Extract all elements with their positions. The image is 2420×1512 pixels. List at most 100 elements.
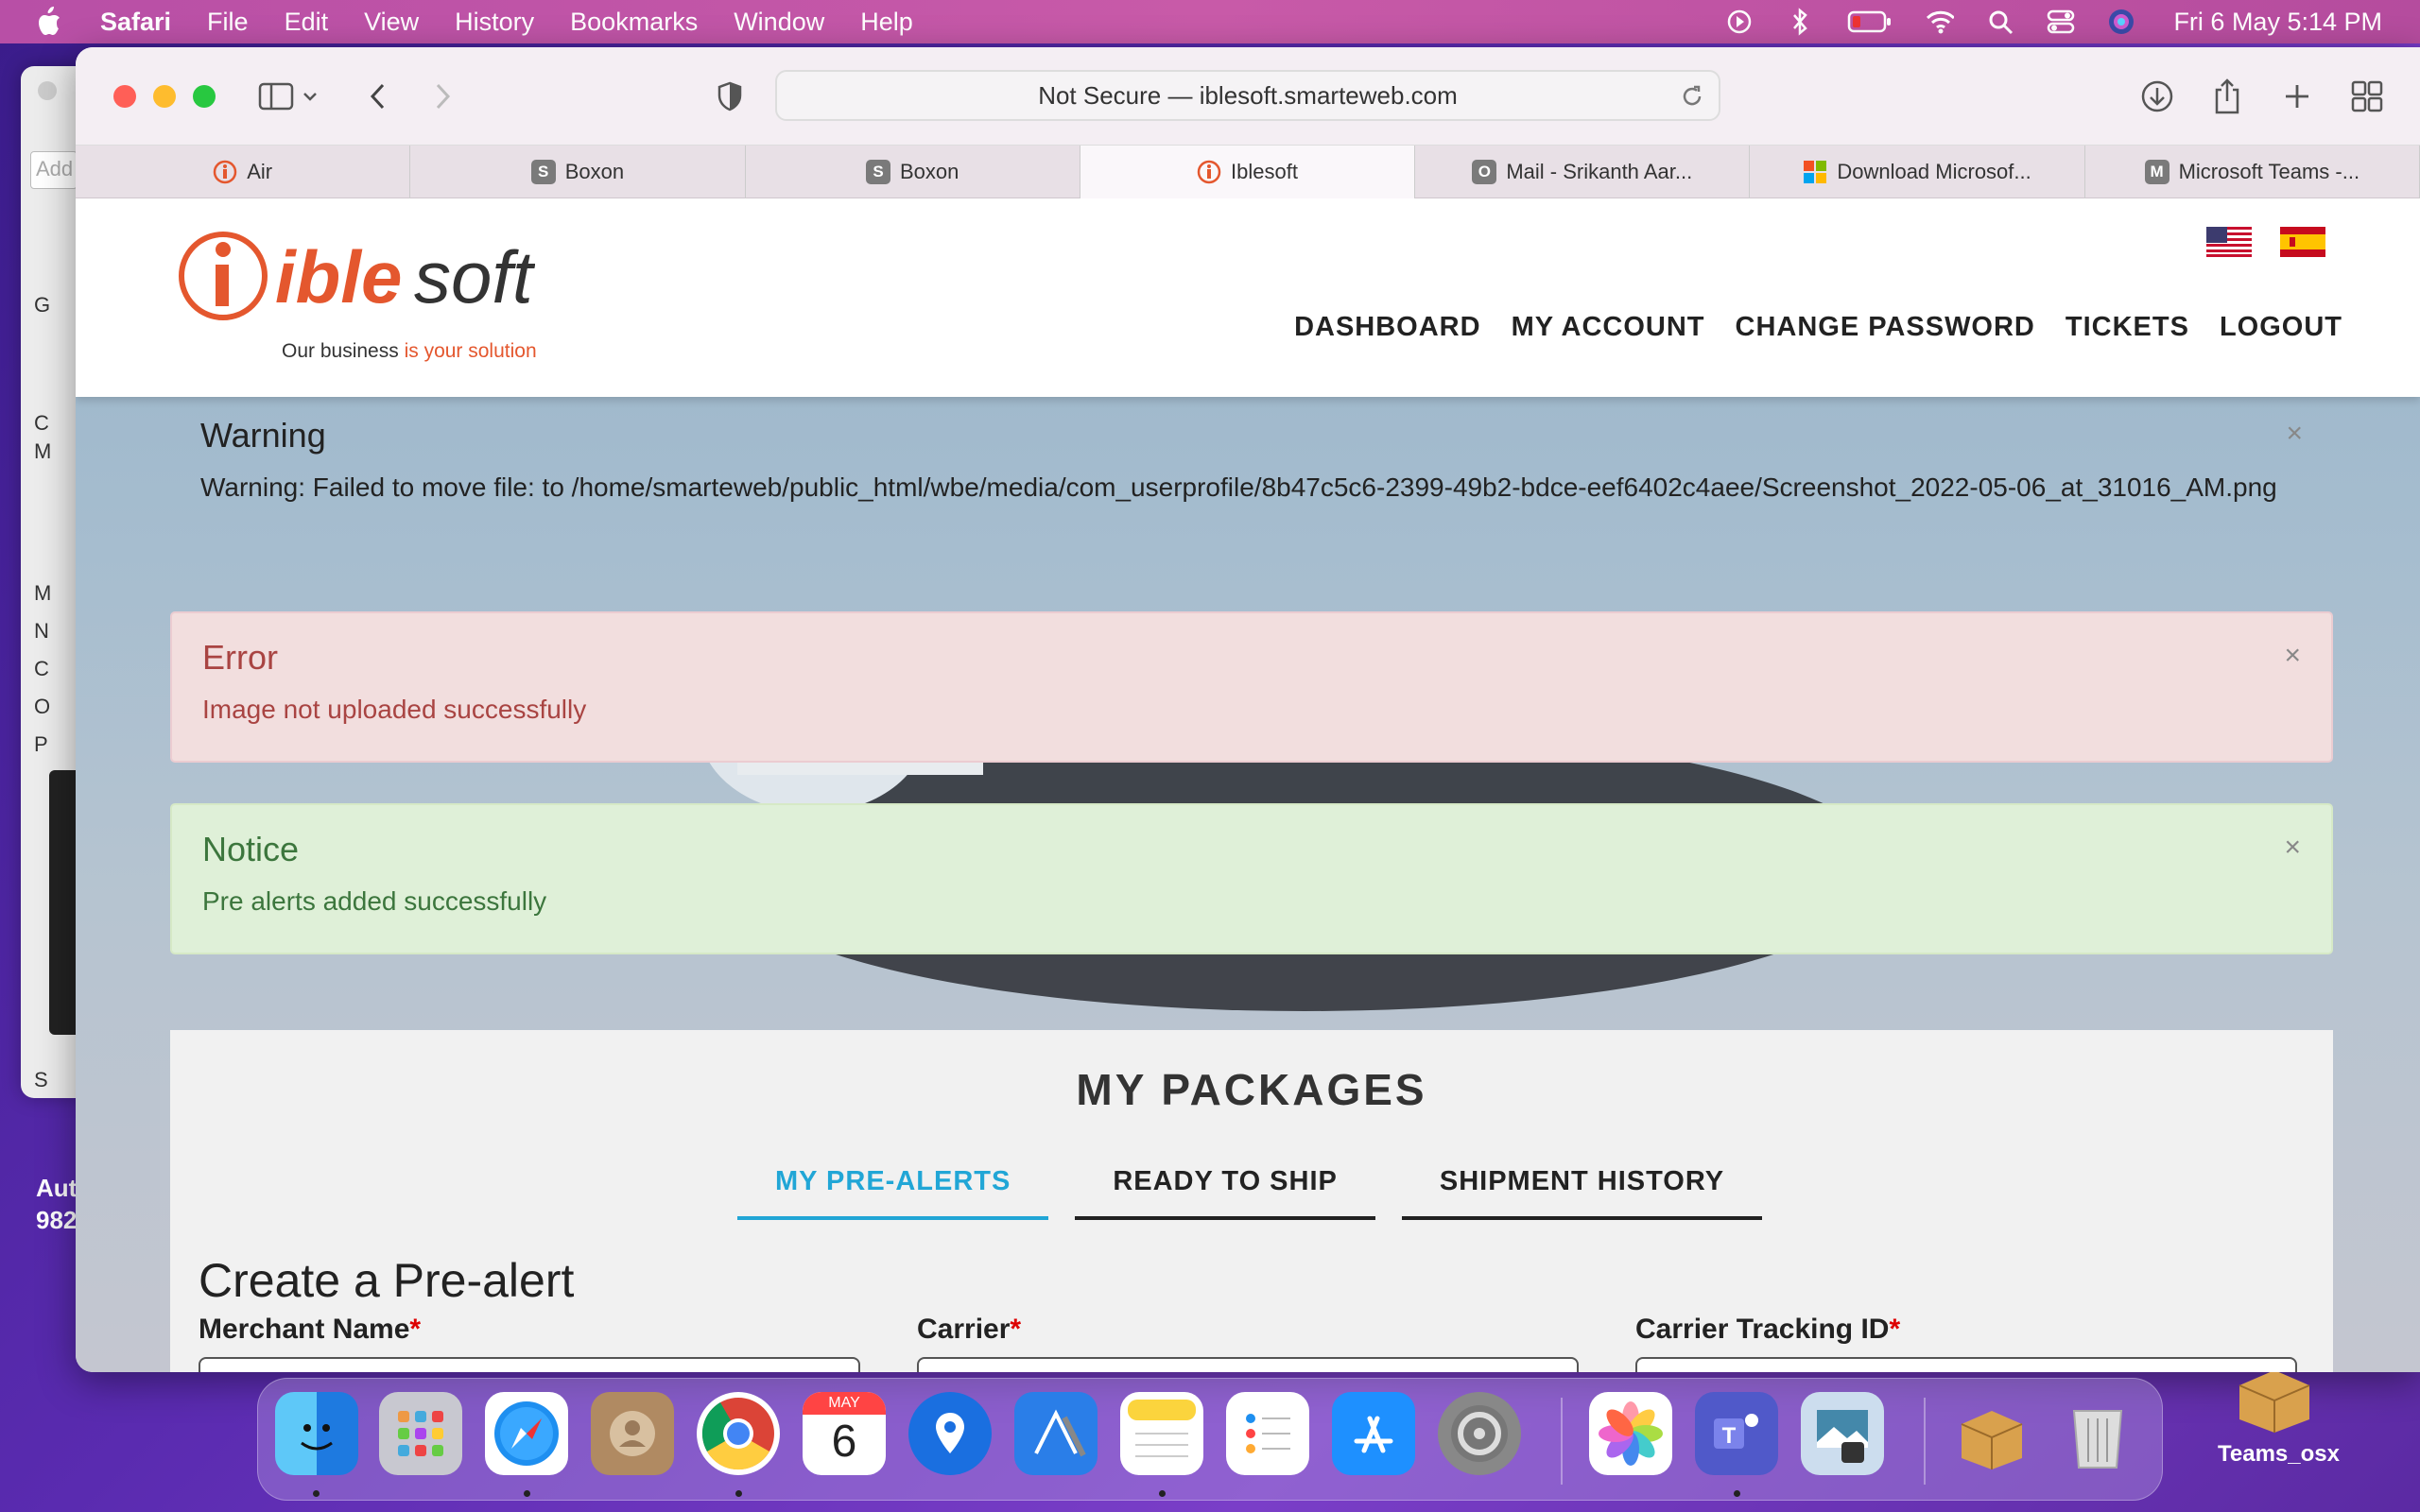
close-icon[interactable]: × xyxy=(2284,640,2301,672)
iblesoft-logo[interactable]: ible soft xyxy=(176,217,535,340)
field-label-text: Carrier Tracking ID xyxy=(1635,1314,1890,1345)
address-bar[interactable]: Not Secure — iblesoft.smarteweb.com xyxy=(775,70,1720,121)
close-window-button[interactable] xyxy=(113,85,136,108)
close-icon[interactable]: × xyxy=(2286,418,2303,450)
control-center-icon[interactable] xyxy=(2047,8,2075,36)
warning-alert: Warning Warning: Failed to move file: to… xyxy=(170,397,2333,531)
carrier-label: Carrier* xyxy=(917,1314,1021,1346)
browser-tab[interactable]: Air xyxy=(76,146,411,198)
carrier-tracking-id-input[interactable] xyxy=(1635,1357,2297,1372)
notes-icon[interactable] xyxy=(1120,1392,1203,1475)
nav-change-password[interactable]: CHANGE PASSWORD xyxy=(1736,312,2035,343)
packages-title: MY PACKAGES xyxy=(1076,1065,1427,1114)
menu-bookmarks[interactable]: Bookmarks xyxy=(570,8,698,37)
nav-logout[interactable]: LOGOUT xyxy=(2220,312,2342,343)
share-icon[interactable] xyxy=(2208,77,2246,115)
menu-view[interactable]: View xyxy=(364,8,419,37)
finder-icon[interactable] xyxy=(275,1392,358,1475)
desktop-label: Aut 982 xyxy=(36,1172,77,1236)
browser-tab[interactable]: S Boxon xyxy=(410,146,746,198)
bg-row[interactable]: M xyxy=(34,581,51,606)
us-flag-icon[interactable] xyxy=(2206,227,2252,257)
menu-safari[interactable]: Safari xyxy=(100,8,171,37)
bg-row[interactable]: C xyxy=(34,657,49,681)
bg-row[interactable]: P xyxy=(34,732,48,757)
siri-icon[interactable] xyxy=(2107,8,2135,36)
tab-label: Boxon xyxy=(564,160,625,183)
menubar-clock[interactable]: Fri 6 May 5:14 PM xyxy=(2173,8,2382,37)
browser-tab[interactable]: O Mail - Srikanth Aar... xyxy=(1415,146,1751,198)
preview-icon[interactable] xyxy=(1801,1392,1884,1475)
bg-row[interactable]: M xyxy=(34,439,51,464)
minimize-window-button[interactable] xyxy=(153,85,176,108)
bg-row[interactable]: O xyxy=(34,695,50,719)
play-icon[interactable] xyxy=(1725,8,1754,36)
merchant-name-label: Merchant Name* xyxy=(199,1314,421,1346)
bg-row[interactable]: N xyxy=(34,619,49,644)
zoom-window-button[interactable] xyxy=(193,85,216,108)
forward-icon[interactable] xyxy=(424,77,461,115)
installer-package-icon[interactable] xyxy=(1950,1392,2033,1475)
desktop-file-label: Teams_osx xyxy=(2218,1441,2340,1467)
svg-text:soft: soft xyxy=(414,235,535,318)
sidebar-icon[interactable] xyxy=(257,77,295,115)
close-icon[interactable]: × xyxy=(2284,832,2301,864)
photos-icon[interactable] xyxy=(1589,1392,1672,1475)
desktop-file-teams-osx[interactable]: Teams_osx xyxy=(2218,1359,2340,1468)
menu-help[interactable]: Help xyxy=(860,8,913,37)
nav-tickets[interactable]: TICKETS xyxy=(2066,312,2189,343)
maps-pin-icon[interactable] xyxy=(908,1392,992,1475)
bg-window-search[interactable]: Add xyxy=(30,151,78,189)
carrier-select[interactable] xyxy=(917,1357,1579,1372)
contacts-icon[interactable] xyxy=(591,1392,674,1475)
bg-row[interactable]: G xyxy=(34,293,50,318)
calendar-icon[interactable]: MAY 6 xyxy=(803,1392,886,1475)
new-tab-icon[interactable] xyxy=(2278,77,2316,115)
menu-edit[interactable]: Edit xyxy=(285,8,329,37)
microsoft-favicon-icon xyxy=(1803,160,1827,184)
battery-icon[interactable] xyxy=(1846,8,1893,36)
search-icon[interactable] xyxy=(1986,8,2014,36)
menu-bar: Safari File Edit View History Bookmarks … xyxy=(0,0,2420,43)
merchant-name-input[interactable] xyxy=(199,1357,860,1372)
chrome-icon[interactable] xyxy=(697,1392,780,1475)
spain-flag-icon[interactable] xyxy=(2280,227,2325,257)
nav-my-account[interactable]: MY ACCOUNT xyxy=(1512,312,1705,343)
back-icon[interactable] xyxy=(359,77,397,115)
browser-tab[interactable]: S Boxon xyxy=(746,146,1080,198)
chevron-down-icon[interactable] xyxy=(299,77,321,115)
alert-message: Warning: Failed to move file: to /home/s… xyxy=(200,472,2277,502)
tab-overview-icon[interactable] xyxy=(2348,77,2386,115)
launchpad-icon[interactable] xyxy=(379,1392,462,1475)
system-preferences-icon[interactable] xyxy=(1438,1392,1521,1475)
menu-window[interactable]: Window xyxy=(734,8,824,37)
menu-file[interactable]: File xyxy=(207,8,249,37)
bg-window-close-button[interactable] xyxy=(38,81,57,100)
bg-row[interactable]: S xyxy=(34,1068,48,1092)
downloads-icon[interactable] xyxy=(2138,77,2176,115)
tab-ready-to-ship[interactable]: READY TO SHIP xyxy=(1075,1151,1375,1220)
safari-icon[interactable] xyxy=(485,1392,568,1475)
teams-icon[interactable]: T xyxy=(1695,1392,1778,1475)
tab-shipment-history[interactable]: SHIPMENT HISTORY xyxy=(1401,1151,1763,1220)
tab-label: Mail - Srikanth Aar... xyxy=(1506,160,1693,183)
reload-icon[interactable] xyxy=(1679,83,1705,110)
xcode-icon[interactable] xyxy=(1014,1392,1098,1475)
nav-dashboard[interactable]: DASHBOARD xyxy=(1294,312,1481,343)
tagline-part: Our business xyxy=(282,340,405,362)
apple-icon[interactable] xyxy=(34,6,66,38)
tab-bar: Air S Boxon S Boxon Iblesoft O Mail - Srika… xyxy=(76,146,2420,198)
browser-tab[interactable]: Download Microsof... xyxy=(1750,146,2085,198)
running-indicator xyxy=(1734,1490,1740,1497)
tab-my-pre-alerts[interactable]: MY PRE-ALERTS xyxy=(737,1151,1049,1220)
shield-icon[interactable] xyxy=(711,77,749,115)
browser-tab-active[interactable]: Iblesoft xyxy=(1080,146,1416,198)
trash-icon[interactable] xyxy=(2056,1392,2139,1475)
bluetooth-icon[interactable] xyxy=(1786,8,1814,36)
menu-history[interactable]: History xyxy=(455,8,534,37)
bg-row[interactable]: C xyxy=(34,411,49,436)
app-store-icon[interactable] xyxy=(1332,1392,1415,1475)
wifi-icon[interactable] xyxy=(1926,8,1955,36)
reminders-icon[interactable] xyxy=(1226,1392,1309,1475)
browser-tab[interactable]: M Microsoft Teams -... xyxy=(2085,146,2420,198)
